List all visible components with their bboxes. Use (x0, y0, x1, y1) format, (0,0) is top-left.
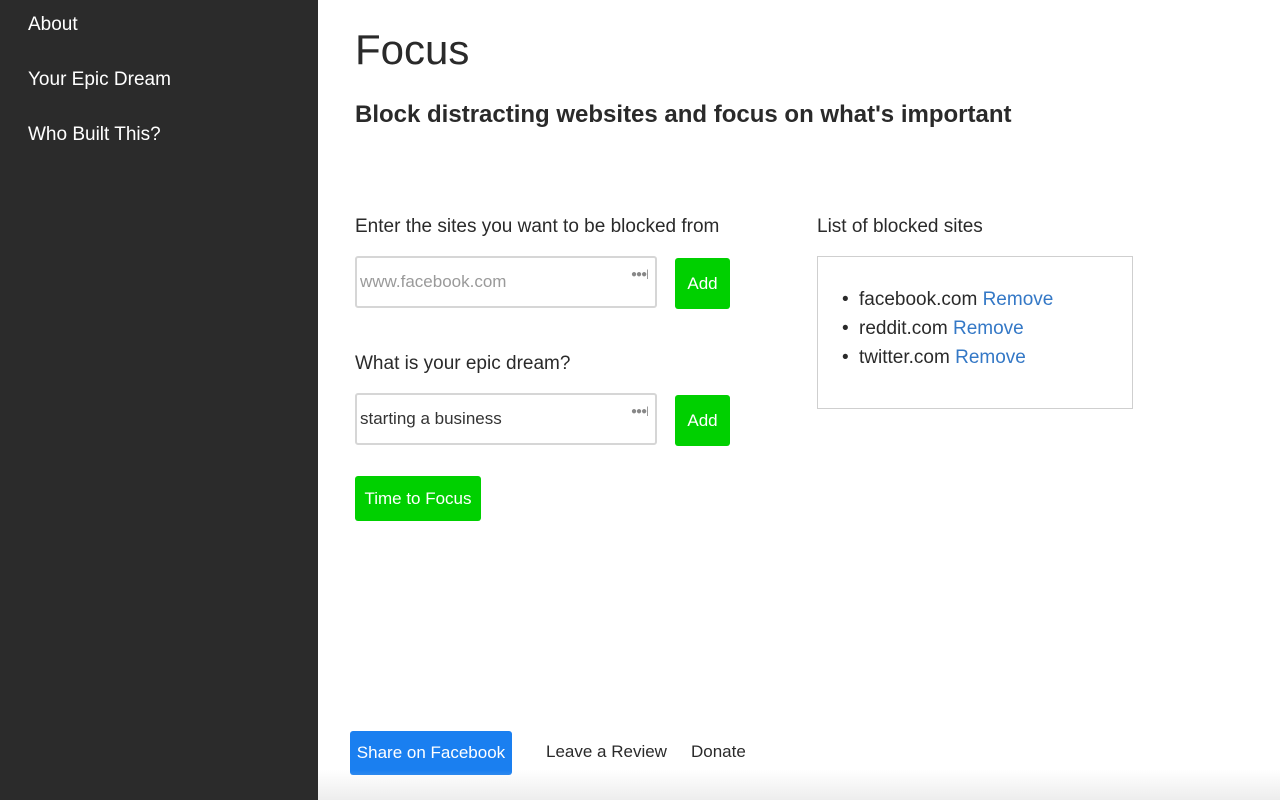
bullet-icon: • (842, 318, 849, 339)
dots-icon: ●●●| (631, 269, 649, 280)
remove-site-link[interactable]: Remove (983, 289, 1054, 310)
sites-input-label: Enter the sites you want to be blocked f… (355, 216, 720, 237)
sidebar: About Your Epic Dream Who Built This? (0, 0, 318, 800)
bullet-icon: • (842, 347, 849, 368)
share-on-facebook-button[interactable]: Share on Facebook (350, 731, 512, 775)
main-content: Focus Block distracting websites and foc… (318, 0, 1280, 800)
blocked-site-name: facebook.com (859, 289, 978, 310)
page-subtitle: Block distracting websites and focus on … (355, 101, 1012, 128)
sidebar-item-your-epic-dream[interactable]: Your Epic Dream (28, 69, 171, 91)
site-input[interactable] (355, 256, 657, 308)
list-item: • reddit.com Remove (842, 314, 1132, 343)
sidebar-item-about[interactable]: About (28, 14, 78, 36)
list-item: • facebook.com Remove (842, 285, 1132, 314)
donate-link[interactable]: Donate (691, 742, 746, 762)
sidebar-item-who-built-this[interactable]: Who Built This? (28, 124, 161, 146)
remove-site-link[interactable]: Remove (955, 347, 1026, 368)
dots-icon: ●●●| (631, 406, 649, 417)
dream-input[interactable] (355, 393, 657, 445)
page-title: Focus (355, 26, 470, 73)
blocked-site-name: twitter.com (859, 347, 950, 368)
time-to-focus-button[interactable]: Time to Focus (355, 476, 481, 521)
blocked-site-name: reddit.com (859, 318, 948, 339)
add-site-button[interactable]: Add (675, 258, 730, 309)
dream-input-label: What is your epic dream? (355, 353, 571, 374)
remove-site-link[interactable]: Remove (953, 318, 1024, 339)
bullet-icon: • (842, 289, 849, 310)
add-dream-button[interactable]: Add (675, 395, 730, 446)
leave-review-link[interactable]: Leave a Review (546, 742, 667, 762)
list-item: • twitter.com Remove (842, 343, 1132, 372)
blocked-list-title: List of blocked sites (817, 216, 983, 237)
blocked-sites-box: • facebook.com Remove • reddit.com Remove … (817, 256, 1133, 409)
